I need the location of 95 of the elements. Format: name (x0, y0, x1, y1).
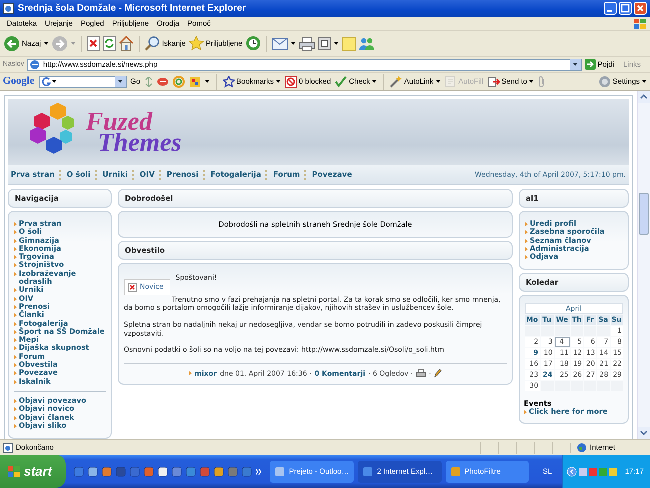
app-icon[interactable] (88, 466, 98, 476)
send-arrow-icon (488, 76, 500, 88)
google-logo: Google (3, 76, 34, 87)
vertical-scrollbar[interactable] (637, 91, 650, 439)
home-icon[interactable] (119, 36, 134, 51)
chevron-icon[interactable] (256, 468, 262, 474)
star-icon (188, 36, 204, 51)
logo-text: Fuzed (86, 111, 153, 132)
bullet-icon (14, 338, 17, 344)
tray-arrow-button[interactable] (567, 466, 578, 476)
bullet-icon (14, 272, 17, 277)
bullet-icon (14, 230, 17, 236)
caret-icon[interactable] (44, 42, 50, 45)
caret-icon[interactable] (529, 80, 534, 83)
page-icon (30, 60, 40, 70)
bullet-icon (14, 346, 17, 352)
scroll-down-button[interactable] (638, 427, 650, 439)
dropdown-button[interactable] (570, 59, 581, 70)
swirl-icon[interactable] (172, 76, 185, 88)
window-icon (363, 466, 374, 476)
caret-icon[interactable] (334, 42, 339, 45)
caret-icon[interactable] (436, 80, 441, 83)
bullet-icon (14, 246, 17, 252)
bullet-icon (14, 398, 17, 404)
puzzle-icon[interactable] (188, 76, 201, 88)
windows-flag-icon (633, 18, 647, 30)
bullet-icon (14, 255, 17, 260)
pencil-icon[interactable] (434, 369, 442, 378)
stop-icon[interactable] (87, 36, 100, 51)
caret-icon[interactable] (290, 42, 296, 45)
app-icon[interactable] (214, 466, 224, 476)
bullet-icon (14, 296, 17, 302)
maximize-button[interactable] (619, 2, 632, 15)
bullet-icon (14, 222, 17, 227)
g-icon (42, 76, 50, 86)
gear-icon (598, 76, 611, 88)
bullet-icon (14, 288, 17, 294)
blocked-popup-icon (285, 76, 298, 88)
window-icon (450, 466, 461, 476)
logo-text: Themes (98, 132, 182, 153)
paperclip-icon[interactable] (538, 76, 546, 88)
bullet-icon (525, 255, 528, 260)
window-title: Srednja šola Domžale - Microsoft Internet Explorer (18, 3, 248, 14)
minimize-button[interactable] (604, 2, 617, 15)
bullet-icon (14, 371, 17, 376)
caret-icon[interactable] (204, 80, 210, 83)
bullet-icon (14, 322, 17, 327)
bullet-icon (525, 238, 528, 244)
dropdown-button[interactable] (114, 76, 126, 87)
bullet-icon (525, 246, 528, 252)
people-icon[interactable] (358, 36, 375, 50)
windows-flag-icon (8, 466, 20, 477)
form-icon (444, 76, 457, 88)
app-icon[interactable] (102, 466, 112, 476)
bullet-icon (188, 371, 192, 376)
bullet-icon (14, 313, 17, 318)
bullet-icon (524, 410, 527, 416)
globe-icon (577, 442, 587, 452)
broken-image-icon (128, 283, 137, 292)
bullet-icon (14, 330, 17, 335)
bullet-icon (14, 354, 17, 360)
star-icon (222, 76, 235, 88)
refresh-icon[interactable] (103, 36, 116, 51)
wand-icon (390, 76, 402, 88)
go-arrow-icon (584, 59, 596, 70)
caret-icon[interactable] (52, 80, 56, 83)
bullet-icon (14, 407, 17, 412)
printer-icon[interactable] (298, 36, 315, 50)
page-icon (3, 442, 13, 452)
search-icon (145, 36, 160, 51)
search-field[interactable] (38, 76, 126, 88)
bullet-icon (525, 230, 528, 236)
bullet-icon (14, 238, 17, 244)
caret-icon[interactable] (372, 80, 378, 83)
printer-icon[interactable] (416, 369, 426, 378)
bullet-icon (14, 263, 17, 268)
bullet-icon (14, 304, 17, 310)
square-icon[interactable] (318, 37, 331, 50)
bullet-icon (14, 380, 17, 385)
clock-icon[interactable] (246, 36, 261, 51)
close-button[interactable] (634, 2, 647, 15)
arrows-icon[interactable] (144, 76, 153, 86)
app-icon[interactable] (158, 466, 168, 476)
envelope-icon[interactable] (272, 37, 288, 50)
bullet-icon (14, 424, 17, 429)
browser-page-icon (3, 3, 14, 14)
bullet-icon (14, 363, 17, 368)
caret-icon[interactable] (642, 80, 647, 83)
scroll-up-button[interactable] (638, 91, 650, 103)
check-mark-icon (335, 76, 348, 88)
bullet-icon (14, 416, 17, 421)
scroll-thumb[interactable] (639, 193, 649, 235)
caret-icon[interactable] (276, 80, 282, 83)
bullet-icon (525, 222, 528, 227)
window-icon (275, 466, 286, 476)
